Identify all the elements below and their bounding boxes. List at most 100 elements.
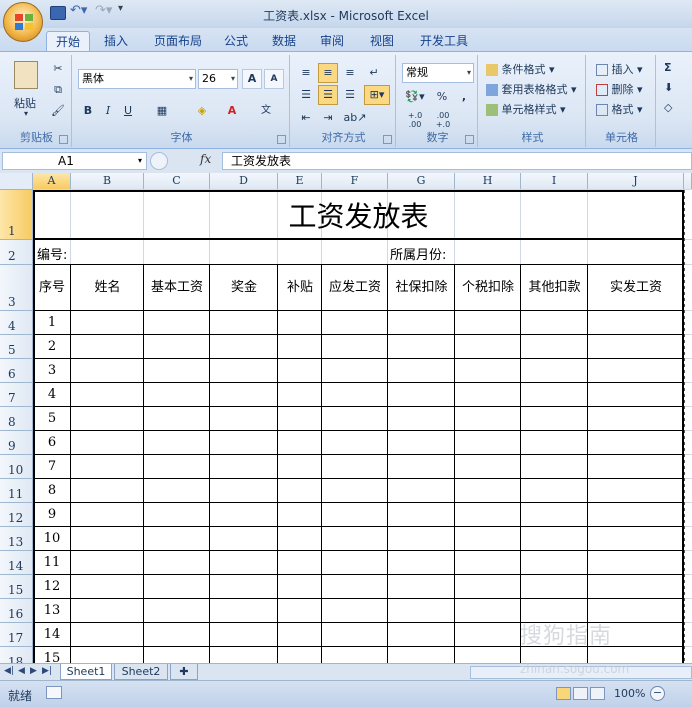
borders-icon[interactable]: ▦ bbox=[152, 101, 172, 121]
row-header[interactable]: 8 bbox=[0, 407, 33, 431]
align-left-icon[interactable]: ☰ bbox=[296, 85, 316, 105]
fill-icon[interactable]: ⬇ bbox=[664, 81, 673, 94]
select-all-corner[interactable] bbox=[0, 173, 33, 190]
column-header[interactable]: C bbox=[144, 173, 210, 190]
serial-number-cell[interactable]: 3 bbox=[33, 363, 71, 378]
name-box[interactable]: A1 ▾ bbox=[2, 152, 147, 170]
serial-number-cell[interactable]: 10 bbox=[33, 531, 71, 546]
serial-number-cell[interactable]: 5 bbox=[33, 411, 71, 426]
column-title[interactable]: 社保扣除 bbox=[388, 265, 455, 311]
italic-button[interactable]: I bbox=[98, 101, 118, 121]
percent-button[interactable]: % bbox=[432, 87, 452, 107]
clipboard-launcher[interactable] bbox=[59, 135, 68, 144]
column-header[interactable]: B bbox=[71, 173, 144, 190]
font-launcher[interactable] bbox=[277, 135, 286, 144]
conditional-formatting-button[interactable]: 条件格式 ▾ bbox=[486, 61, 555, 77]
font-size-combo[interactable]: 26 ▾ bbox=[198, 69, 238, 89]
worksheet-grid[interactable]: A B C D E F G H I J 1 2 3 4 5 6 7 8 9 10 11 12 13 14 15 16 17 18 工资发… bbox=[0, 173, 692, 663]
row-header[interactable]: 12 bbox=[0, 503, 33, 527]
tab-review[interactable]: 审阅 bbox=[314, 31, 350, 52]
cut-icon[interactable]: ✂ bbox=[48, 59, 68, 79]
macro-record-icon[interactable] bbox=[46, 686, 62, 699]
sheet-tab-sheet2[interactable]: Sheet2 bbox=[114, 664, 168, 680]
column-header[interactable] bbox=[684, 173, 692, 190]
align-right-icon[interactable]: ☰ bbox=[340, 85, 360, 105]
month-label[interactable]: 所属月份: bbox=[390, 244, 446, 263]
row-header[interactable]: 15 bbox=[0, 575, 33, 599]
orientation-icon[interactable]: ab↗ bbox=[342, 108, 368, 128]
underline-button[interactable]: U bbox=[118, 101, 138, 121]
align-bottom-icon[interactable]: ≡ bbox=[340, 63, 360, 83]
row-header[interactable]: 7 bbox=[0, 383, 33, 407]
sheet-title[interactable]: 工资发放表 bbox=[33, 190, 684, 240]
row-header[interactable]: 6 bbox=[0, 359, 33, 383]
decrease-indent-icon[interactable]: ⇤ bbox=[296, 108, 316, 128]
serial-number-cell[interactable]: 8 bbox=[33, 483, 71, 498]
row-header[interactable]: 9 bbox=[0, 431, 33, 455]
office-button[interactable] bbox=[3, 2, 43, 42]
column-header[interactable]: D bbox=[210, 173, 278, 190]
column-title[interactable]: 个税扣除 bbox=[455, 265, 521, 311]
format-painter-icon[interactable]: 🖌 bbox=[48, 101, 68, 121]
column-title[interactable]: 实发工资 bbox=[588, 265, 684, 311]
tab-developer[interactable]: 开发工具 bbox=[414, 31, 474, 52]
tab-home[interactable]: 开始 bbox=[46, 31, 90, 52]
next-sheet-icon[interactable]: ▶ bbox=[30, 666, 37, 676]
normal-view-icon[interactable] bbox=[556, 687, 571, 700]
insert-function-button[interactable]: fx bbox=[200, 152, 211, 166]
row-header[interactable]: 14 bbox=[0, 551, 33, 575]
column-header[interactable]: F bbox=[322, 173, 388, 190]
serial-number-cell[interactable]: 13 bbox=[33, 603, 71, 618]
serial-number-cell[interactable]: 4 bbox=[33, 387, 71, 402]
clear-icon[interactable]: ◇ bbox=[664, 101, 672, 114]
column-header[interactable]: H bbox=[455, 173, 521, 190]
serial-number-cell[interactable]: 7 bbox=[33, 459, 71, 474]
formula-bar-handle[interactable] bbox=[150, 152, 168, 170]
page-break-view-icon[interactable] bbox=[590, 687, 605, 700]
formula-input[interactable]: 工资发放表 bbox=[222, 152, 692, 170]
column-header[interactable]: E bbox=[278, 173, 322, 190]
serial-number-cell[interactable]: 1 bbox=[33, 315, 71, 330]
column-header[interactable]: A bbox=[33, 173, 71, 190]
tab-data[interactable]: 数据 bbox=[266, 31, 302, 52]
column-header[interactable]: J bbox=[588, 173, 684, 190]
autosum-button[interactable]: Σ bbox=[664, 61, 672, 74]
serial-number-cell[interactable]: 12 bbox=[33, 579, 71, 594]
serial-number-cell[interactable]: 9 bbox=[33, 507, 71, 522]
tab-page-layout[interactable]: 页面布局 bbox=[146, 31, 210, 52]
row-header[interactable]: 17 bbox=[0, 623, 33, 647]
align-center-icon[interactable]: ☰ bbox=[318, 85, 338, 105]
row-header[interactable]: 10 bbox=[0, 455, 33, 479]
row-header[interactable]: 4 bbox=[0, 311, 33, 335]
row-header[interactable]: 1 bbox=[0, 190, 33, 240]
alignment-launcher[interactable] bbox=[383, 135, 392, 144]
bold-button[interactable]: B bbox=[78, 101, 98, 121]
insert-sheet-icon[interactable]: ✚ bbox=[170, 664, 198, 680]
format-as-table-button[interactable]: 套用表格格式 ▾ bbox=[486, 81, 577, 97]
number-format-combo[interactable]: 常规 ▾ bbox=[402, 63, 474, 83]
column-header[interactable]: G bbox=[388, 173, 455, 190]
last-sheet-icon[interactable]: ▶| bbox=[42, 666, 52, 676]
column-title[interactable]: 序号 bbox=[33, 265, 71, 311]
copy-icon[interactable]: ⧉ bbox=[48, 80, 68, 100]
font-color-icon[interactable]: A bbox=[222, 101, 242, 121]
format-cells-button[interactable]: 格式 ▾ bbox=[596, 101, 643, 117]
cell-styles-button[interactable]: 单元格样式 ▾ bbox=[486, 101, 566, 117]
phonetic-guide-button[interactable]: 文 bbox=[256, 101, 276, 121]
delete-cells-button[interactable]: 删除 ▾ bbox=[596, 81, 643, 97]
serial-number-cell[interactable]: 14 bbox=[33, 627, 71, 642]
column-header[interactable]: I bbox=[521, 173, 588, 190]
comma-button[interactable]: , bbox=[454, 87, 474, 107]
first-sheet-icon[interactable]: ◀| bbox=[4, 666, 14, 676]
accounting-format-icon[interactable]: 💱▾ bbox=[402, 87, 428, 107]
prev-sheet-icon[interactable]: ◀ bbox=[18, 666, 25, 676]
paste-icon[interactable] bbox=[14, 61, 38, 89]
zoom-level[interactable]: 100% bbox=[614, 687, 645, 700]
row-header[interactable]: 11 bbox=[0, 479, 33, 503]
tab-insert[interactable]: 插入 bbox=[96, 31, 136, 52]
align-middle-icon[interactable]: ≡ bbox=[318, 63, 338, 83]
merge-center-icon[interactable]: ⊞▾ bbox=[364, 85, 390, 105]
row-header[interactable]: 2 bbox=[0, 240, 33, 265]
insert-cells-button[interactable]: 插入 ▾ bbox=[596, 61, 643, 77]
number-launcher[interactable] bbox=[465, 135, 474, 144]
